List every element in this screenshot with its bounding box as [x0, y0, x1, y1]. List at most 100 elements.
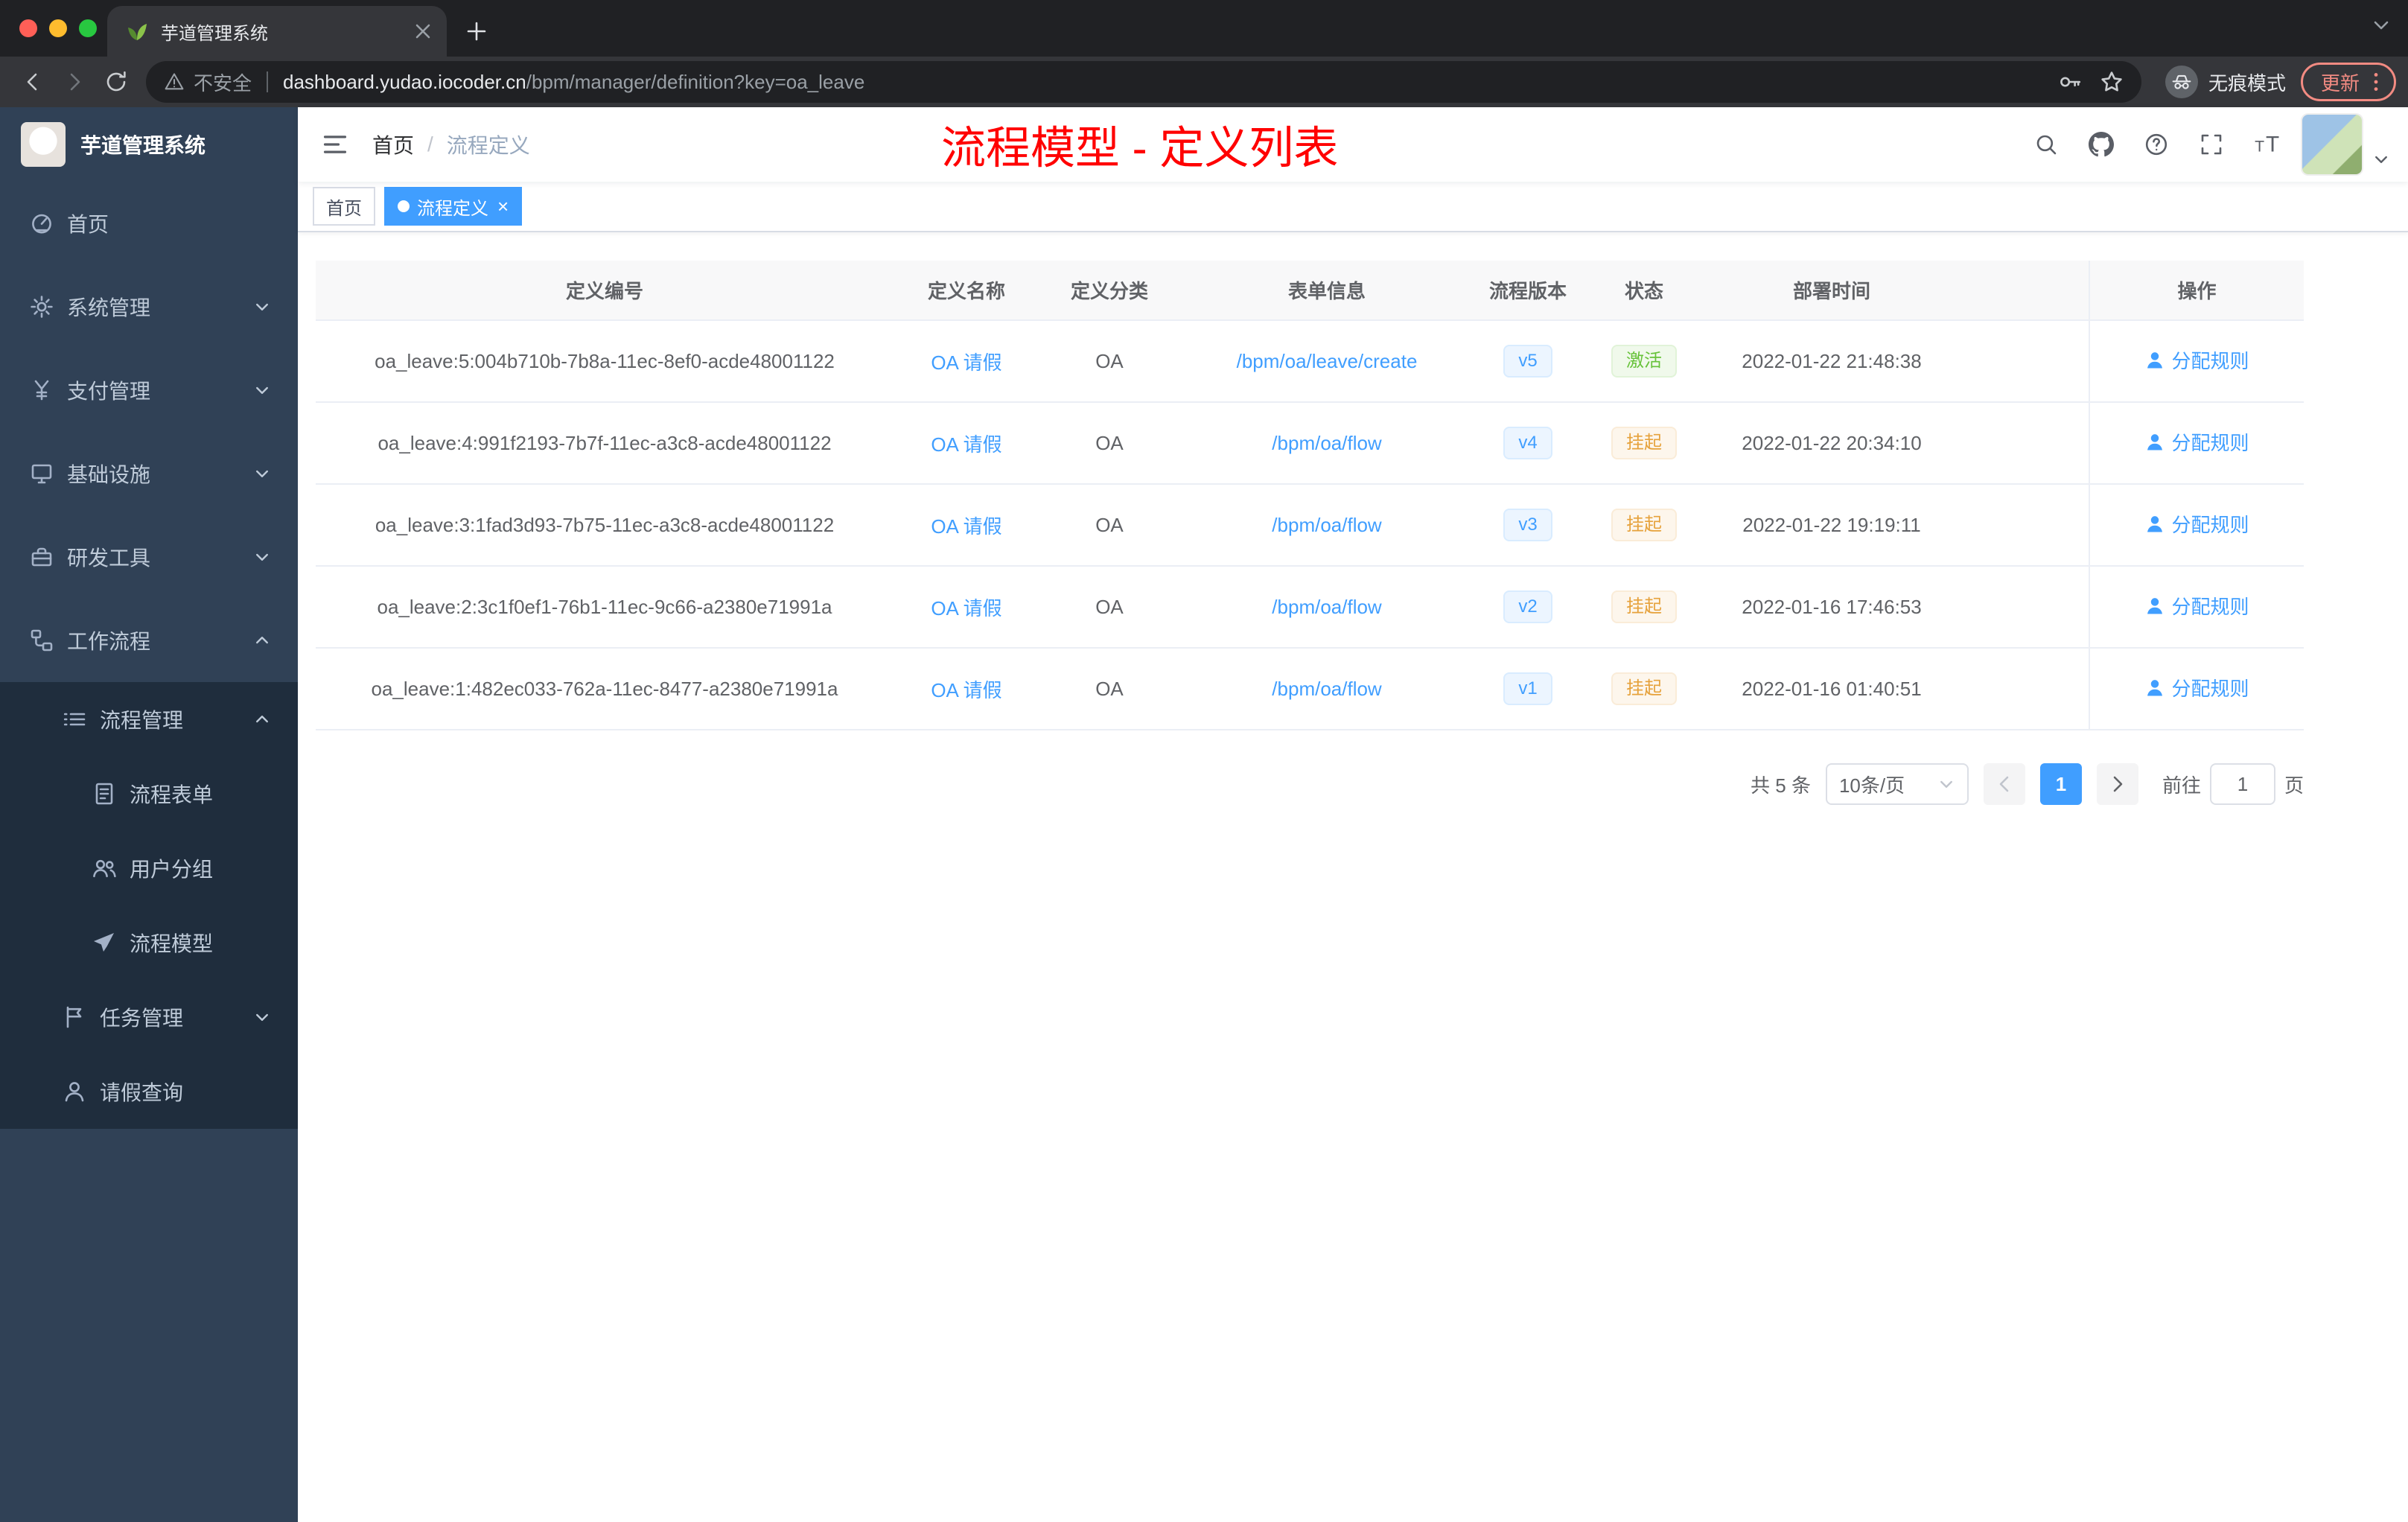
goto-page-input[interactable] [2209, 763, 2275, 805]
chevron-down-icon [253, 465, 271, 483]
sidebar-item-label: 流程管理 [100, 709, 184, 732]
maximize-window-button[interactable] [79, 19, 97, 37]
definition-name-link[interactable]: OA 请假 [931, 679, 1001, 701]
cell-definition-id: oa_leave:4:991f2193-7b7f-11ec-a3c8-acde4… [316, 402, 894, 485]
tag-active-dot [398, 200, 410, 212]
sidebar-item-label: 支付管理 [67, 380, 151, 403]
cell-definition-id: oa_leave:2:3c1f0ef1-76b1-11ec-9c66-a2380… [316, 566, 894, 649]
page-size-value: 10条/页 [1838, 774, 1905, 797]
avatar[interactable] [2302, 115, 2362, 174]
definition-name-link[interactable]: OA 请假 [931, 351, 1001, 374]
navbar: 首页 / 流程定义 流程模型 - 定义列表 TT [298, 107, 2408, 182]
table-row: oa_leave:4:991f2193-7b7f-11ec-a3c8-acde4… [316, 402, 2304, 485]
sidebar-item-支付管理[interactable]: 支付管理 [0, 348, 298, 432]
sidebar-item-系统管理[interactable]: 系统管理 [0, 265, 298, 348]
url-path: /bpm/manager/definition?key=oa_leave [526, 70, 865, 93]
sidebar-item-首页[interactable]: 首页 [0, 182, 298, 265]
tag-首页[interactable]: 首页 [313, 187, 375, 226]
address-bar[interactable]: 不安全 dashboard.yudao.iocoder.cn/bpm/manag… [146, 61, 2141, 103]
page-number-1[interactable]: 1 [2039, 763, 2082, 805]
version-tag[interactable]: v4 [1503, 427, 1552, 459]
page: 芋道管理系统 不安全 dashboard.yudao.iocoder.cn/bp… [0, 0, 2408, 1522]
warning-icon [164, 71, 185, 92]
sidebar-item-研发工具[interactable]: 研发工具 [0, 515, 298, 599]
form-info-link[interactable]: /bpm/oa/flow [1272, 514, 1381, 536]
version-tag[interactable]: v3 [1503, 509, 1552, 541]
tab-close-icon[interactable] [411, 19, 435, 43]
sidebar-item-工作流程[interactable]: 工作流程 [0, 599, 298, 682]
cell-definition-name: OA 请假 [894, 484, 1039, 567]
github-icon[interactable] [2082, 125, 2121, 164]
sidebar: 芋道管理系统 首页系统管理支付管理基础设施研发工具 工作流程流程管理流程表单用户分… [0, 107, 298, 1522]
tag-close-icon[interactable]: × [497, 197, 509, 216]
url-text: dashboard.yudao.iocoder.cn/bpm/manager/d… [283, 71, 2043, 94]
definition-name-link[interactable]: OA 请假 [931, 433, 1001, 456]
avatar-caret-down-icon[interactable] [2372, 150, 2390, 168]
sidebar-item-label: 首页 [67, 213, 109, 236]
table-row: oa_leave:3:1fad3d93-7b75-11ec-a3c8-acde4… [316, 484, 2304, 567]
key-icon[interactable] [2058, 70, 2082, 94]
assign-rule-button[interactable]: 分配规则 [2144, 428, 2249, 456]
sidebar-item-用户分组[interactable]: 用户分组 [0, 831, 298, 905]
column-header-状态: 状态 [1582, 261, 1707, 321]
form-info-link[interactable]: /bpm/oa/flow [1272, 596, 1381, 618]
sidebar-item-任务管理[interactable]: 任务管理 [0, 980, 298, 1054]
sidebar-item-请假查询[interactable]: 请假查询 [0, 1054, 298, 1129]
fullscreen-icon[interactable] [2192, 125, 2231, 164]
breadcrumb-item[interactable]: 首页 [372, 130, 414, 159]
person-fill-icon [2144, 350, 2165, 371]
bookmark-star-icon[interactable] [2100, 70, 2124, 94]
column-header-表单信息: 表单信息 [1179, 261, 1474, 321]
help-icon[interactable] [2137, 125, 2176, 164]
new-tab-button[interactable] [456, 10, 497, 52]
menu-dots-icon[interactable] [2364, 70, 2388, 94]
version-tag[interactable]: v5 [1503, 345, 1552, 378]
status-badge: 挂起 [1611, 672, 1677, 705]
forward-button[interactable] [54, 61, 95, 103]
form-info-link[interactable]: /bpm/oa/flow [1272, 678, 1381, 700]
tab-favicon-icon [125, 19, 149, 43]
minimize-window-button[interactable] [49, 19, 67, 37]
workflow-icon [30, 628, 54, 652]
navbar-actions: TT [2027, 115, 2408, 174]
search-icon[interactable] [2027, 125, 2065, 164]
cell-definition-id: oa_leave:1:482ec033-762a-11ec-8477-a2380… [316, 648, 894, 730]
column-header-定义名称: 定义名称 [894, 261, 1039, 321]
sidebar-item-基础设施[interactable]: 基础设施 [0, 432, 298, 515]
sidebar-item-label: 用户分组 [130, 858, 214, 881]
tab-search-chevron-icon[interactable] [2369, 13, 2393, 37]
sidebar-item-流程模型[interactable]: 流程模型 [0, 905, 298, 980]
app-title: 芋道管理系统 [80, 134, 206, 157]
sidebar-item-流程表单[interactable]: 流程表单 [0, 757, 298, 831]
browser-update-button[interactable]: 更新 [2300, 63, 2396, 101]
assign-rule-button[interactable]: 分配规则 [2144, 674, 2249, 701]
reload-button[interactable] [95, 61, 137, 103]
assign-rule-button[interactable]: 分配规则 [2144, 592, 2249, 620]
close-window-button[interactable] [19, 19, 37, 37]
version-tag[interactable]: v2 [1503, 590, 1552, 623]
definition-name-link[interactable]: OA 请假 [931, 597, 1001, 620]
font-size-icon[interactable]: TT [2247, 125, 2286, 164]
browser-tab[interactable]: 芋道管理系统 [107, 6, 447, 57]
assign-rule-button[interactable]: 分配规则 [2144, 510, 2249, 538]
sidebar-item-流程管理[interactable]: 流程管理 [0, 682, 298, 757]
form-info-link[interactable]: /bpm/oa/flow [1272, 432, 1381, 454]
cell-spacer [1957, 484, 2089, 567]
page-size-select[interactable]: 10条/页 [1825, 763, 1969, 805]
column-spacer [1957, 261, 2089, 321]
next-page-button[interactable] [2096, 763, 2138, 805]
assign-rule-label: 分配规则 [2171, 678, 2249, 701]
person-fill-icon [2144, 432, 2165, 453]
prev-page-button[interactable] [1983, 763, 2025, 805]
assign-rule-button[interactable]: 分配规则 [2144, 346, 2249, 374]
sidebar-logo-row[interactable]: 芋道管理系统 [0, 107, 298, 182]
sidebar-item-label: 基础设施 [67, 463, 151, 486]
form-info-link[interactable]: /bpm/oa/leave/create [1237, 350, 1418, 372]
cell-form-info: /bpm/oa/flow [1179, 484, 1474, 567]
hamburger-icon[interactable] [298, 131, 372, 158]
version-tag[interactable]: v1 [1503, 672, 1552, 705]
tag-流程定义[interactable]: 流程定义 × [384, 187, 523, 226]
back-button[interactable] [12, 61, 54, 103]
definition-name-link[interactable]: OA 请假 [931, 515, 1001, 538]
security-indicator[interactable]: 不安全 [164, 69, 252, 96]
